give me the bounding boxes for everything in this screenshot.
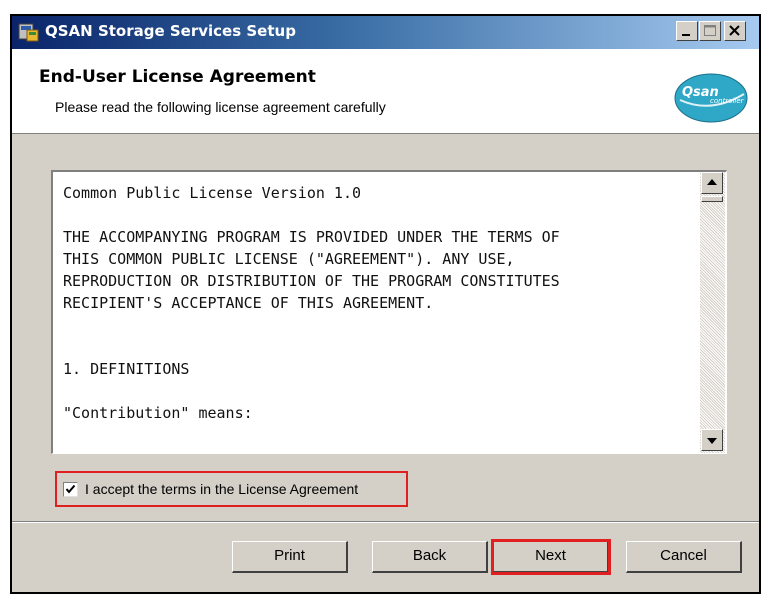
setup-window: QSAN Storage Services Setup End-User Lic… (10, 14, 761, 594)
accept-checkbox[interactable] (63, 482, 78, 497)
logo-subtext: controller (710, 97, 745, 105)
license-line (63, 314, 688, 336)
license-text: Common Public License Version 1.0 THE AC… (63, 182, 688, 424)
cancel-button[interactable]: Cancel (626, 541, 742, 573)
close-button[interactable] (724, 21, 746, 41)
scroll-thumb[interactable] (701, 196, 723, 202)
license-line: RECIPIENT'S ACCEPTANCE OF THIS AGREEMENT… (63, 294, 434, 312)
maximize-icon (704, 25, 716, 36)
scroll-up-button[interactable] (701, 172, 723, 194)
license-line: 1. DEFINITIONS (63, 360, 190, 378)
qsan-logo: Qsan controller (674, 73, 748, 123)
button-separator (12, 521, 759, 523)
print-button[interactable]: Print (232, 541, 348, 573)
arrow-down-icon (707, 438, 717, 444)
minimize-button[interactable] (676, 21, 698, 41)
installer-icon (18, 21, 40, 43)
accept-label[interactable]: I accept the terms in the License Agreem… (85, 481, 358, 497)
license-line: "Contribution" means: (63, 404, 253, 422)
license-line (63, 336, 688, 358)
back-button[interactable]: Back (372, 541, 488, 573)
license-line: THE ACCOMPANYING PROGRAM IS PROVIDED UND… (63, 228, 560, 246)
page-title: End-User License Agreement (39, 67, 316, 87)
accept-terms-row[interactable]: I accept the terms in the License Agreem… (55, 471, 408, 507)
close-icon (729, 25, 740, 36)
license-scrollbar[interactable] (700, 172, 725, 453)
next-button[interactable]: Next (491, 539, 611, 575)
license-line: REPRODUCTION OR DISTRIBUTION OF THE PROG… (63, 272, 560, 290)
page-subtitle: Please read the following license agreem… (55, 99, 386, 115)
arrow-up-icon (707, 179, 717, 185)
license-line: THIS COMMON PUBLIC LICENSE ("AGREEMENT")… (63, 250, 515, 268)
window-title: QSAN Storage Services Setup (45, 22, 296, 40)
dialog-header: End-User License Agreement Please read t… (12, 49, 759, 134)
license-line: Common Public License Version 1.0 (63, 184, 362, 202)
maximize-button[interactable] (699, 21, 721, 41)
checkmark-icon (65, 484, 76, 494)
license-line (63, 380, 688, 402)
scroll-down-button[interactable] (701, 429, 723, 451)
title-bar[interactable]: QSAN Storage Services Setup (12, 16, 759, 49)
license-line (63, 204, 688, 226)
license-text-box[interactable]: Common Public License Version 1.0 THE AC… (51, 170, 727, 454)
minimize-icon (682, 34, 690, 36)
